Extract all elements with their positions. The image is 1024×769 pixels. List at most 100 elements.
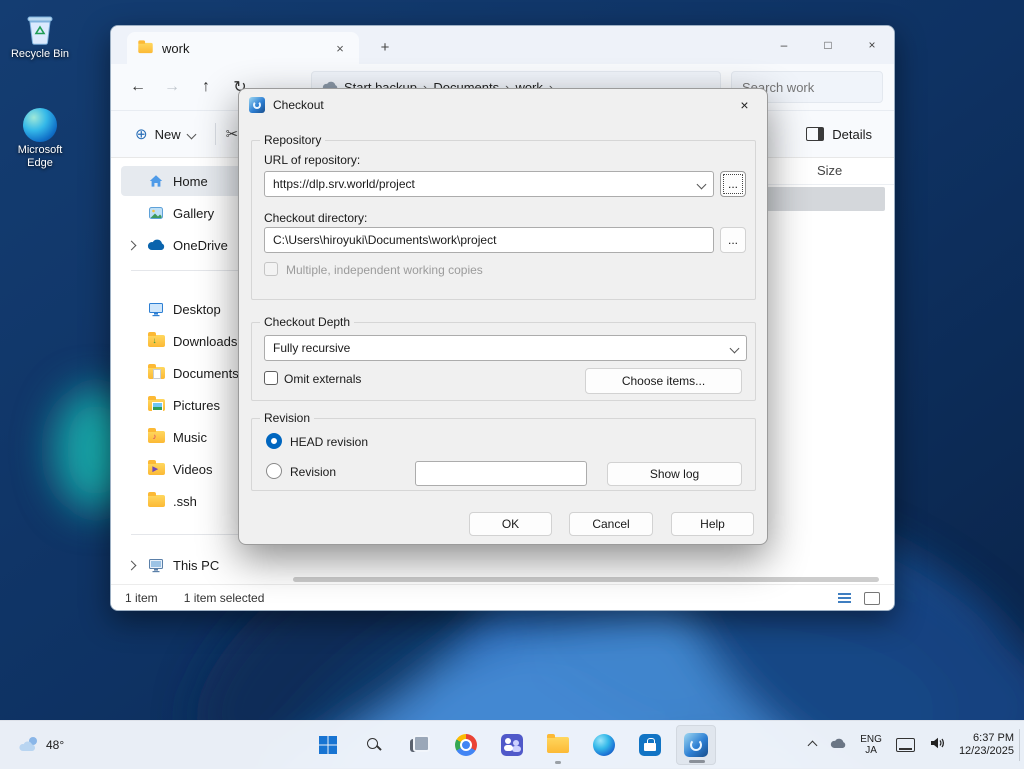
chevron-down-icon[interactable]	[729, 343, 740, 353]
chevron-right-icon[interactable]	[126, 240, 137, 251]
details-pane-button[interactable]: Details	[798, 121, 880, 148]
repository-url-combobox[interactable]: https://dlp.srv.world/project	[264, 171, 714, 197]
file-explorer-icon	[547, 734, 569, 753]
sidebar-item-label: Downloads	[173, 333, 238, 349]
dialog-title-bar[interactable]: Checkout	[239, 89, 767, 121]
checkout-depth-group: Checkout Depth Fully recursive Omit exte…	[251, 315, 756, 401]
microsoft-store-icon	[639, 734, 661, 756]
clock-time: 6:37 PM	[973, 732, 1014, 744]
details-view-button[interactable]	[864, 591, 880, 605]
sidebar-item-label: .ssh	[173, 493, 197, 509]
tab-bar: work × + – □ ×	[111, 26, 894, 64]
weather-temp: 48°	[46, 738, 65, 752]
checkout-dialog: Checkout × Repository URL of repository:…	[238, 88, 768, 545]
weather-widget[interactable]: 48°	[8, 731, 72, 760]
cancel-button[interactable]: Cancel	[569, 512, 653, 536]
explorer-tab[interactable]: work ×	[127, 32, 359, 64]
list-view-button[interactable]	[836, 590, 854, 606]
show-desktop-button[interactable]	[1019, 729, 1024, 761]
windows-logo-icon	[319, 736, 337, 754]
chevron-down-icon	[186, 129, 197, 139]
status-bar: 1 item 1 item selected	[111, 584, 894, 610]
close-button[interactable]: ×	[850, 26, 894, 64]
microsoft-edge-shortcut[interactable]: Microsoft Edge	[4, 108, 76, 170]
touch-keyboard-icon[interactable]	[895, 738, 915, 752]
depth-dropdown[interactable]: Fully recursive	[264, 335, 747, 361]
sidebar-item-this-pc[interactable]: This PC	[121, 550, 279, 580]
language-indicator[interactable]: ENG JA	[860, 734, 882, 756]
store-taskbar-button[interactable]	[630, 725, 670, 765]
browse-url-button[interactable]: ...	[720, 171, 746, 197]
chrome-taskbar-button[interactable]	[446, 725, 486, 765]
home-icon	[147, 173, 165, 189]
revision-label: Revision	[290, 465, 337, 479]
browse-directory-button[interactable]: ...	[720, 227, 746, 253]
selected-count: 1 item selected	[183, 590, 265, 605]
revision-number-input[interactable]	[415, 461, 587, 486]
tortoisesvn-taskbar-button[interactable]	[676, 725, 716, 765]
revision-group-label: Revision	[260, 411, 315, 425]
head-revision-radio[interactable]	[266, 433, 282, 449]
clock-date: 12/23/2025	[958, 745, 1014, 757]
tab-close-icon[interactable]: ×	[331, 41, 349, 56]
teams-icon	[501, 734, 523, 756]
up-button[interactable]: ↑	[189, 78, 223, 96]
edge-icon	[593, 734, 615, 756]
forward-button[interactable]: →	[155, 78, 189, 96]
plus-circle-icon: ⊕	[135, 126, 148, 143]
window-controls: – □ ×	[762, 26, 894, 64]
recycle-bin-shortcut[interactable]: Recycle Bin	[4, 12, 76, 61]
checkout-directory-input[interactable]: C:\Users\hiroyuki\Documents\work\project	[264, 227, 714, 253]
taskbar-clock[interactable]: 6:37 PM 12/23/2025	[959, 732, 1014, 758]
ok-label: OK	[501, 517, 520, 531]
pictures-folder-icon	[147, 396, 165, 411]
cut-icon[interactable]: ✂	[226, 125, 239, 143]
taskbar-center-icons	[308, 725, 716, 765]
volume-icon[interactable]	[929, 736, 945, 755]
choose-items-button[interactable]: Choose items...	[585, 368, 742, 394]
chevron-down-icon[interactable]	[696, 179, 707, 189]
edge-taskbar-button[interactable]	[584, 725, 624, 765]
chevron-right-icon[interactable]	[126, 560, 137, 571]
show-log-button[interactable]: Show log	[607, 462, 742, 486]
sidebar-item-label: OneDrive	[173, 237, 228, 253]
minimize-button[interactable]: –	[762, 26, 806, 64]
taskbar-search-button[interactable]	[354, 725, 394, 765]
language-primary: ENG	[860, 734, 882, 745]
desktop-icon-label: Recycle Bin	[10, 48, 70, 60]
revision-radio[interactable]	[266, 463, 282, 479]
taskbar: 48° ENG JA 6:37 PM 12/23/2025	[0, 720, 1024, 769]
toolbar-divider	[214, 123, 216, 145]
new-tab-button[interactable]: +	[373, 36, 397, 60]
head-revision-label: HEAD revision	[290, 435, 369, 449]
checkout-depth-group-label: Checkout Depth	[260, 315, 355, 329]
dialog-close-button[interactable]: ×	[722, 89, 767, 120]
folder-icon	[138, 40, 153, 54]
repository-group-label: Repository	[260, 133, 326, 147]
column-header-size[interactable]: Size	[817, 163, 842, 178]
omit-externals-label: Omit externals	[284, 372, 362, 386]
choose-items-label: Choose items...	[621, 374, 706, 388]
help-button[interactable]: Help	[671, 512, 754, 536]
teams-taskbar-button[interactable]	[492, 725, 532, 765]
search-icon	[366, 737, 382, 753]
sidebar-item-label: Documents	[173, 365, 239, 381]
omit-externals-checkbox[interactable]	[264, 371, 278, 385]
cancel-label: Cancel	[592, 517, 630, 531]
maximize-button[interactable]: □	[806, 26, 850, 64]
tray-overflow-chevron-icon[interactable]	[807, 740, 818, 750]
sidebar-item-label: Desktop	[173, 301, 221, 317]
repository-url-value: https://dlp.srv.world/project	[273, 177, 415, 191]
gallery-icon	[147, 205, 165, 221]
horizontal-scrollbar[interactable]	[293, 577, 879, 582]
back-button[interactable]: ←	[121, 78, 155, 96]
task-view-button[interactable]	[400, 725, 440, 765]
folder-icon	[147, 492, 165, 507]
ok-button[interactable]: OK	[469, 512, 552, 536]
file-explorer-taskbar-button[interactable]	[538, 725, 578, 765]
new-button[interactable]: ⊕ New	[125, 119, 205, 149]
browse-label: ...	[727, 233, 738, 247]
tray-cloud-icon[interactable]	[830, 736, 846, 754]
start-button[interactable]	[308, 725, 348, 765]
sidebar-item-label: This PC	[173, 557, 220, 573]
